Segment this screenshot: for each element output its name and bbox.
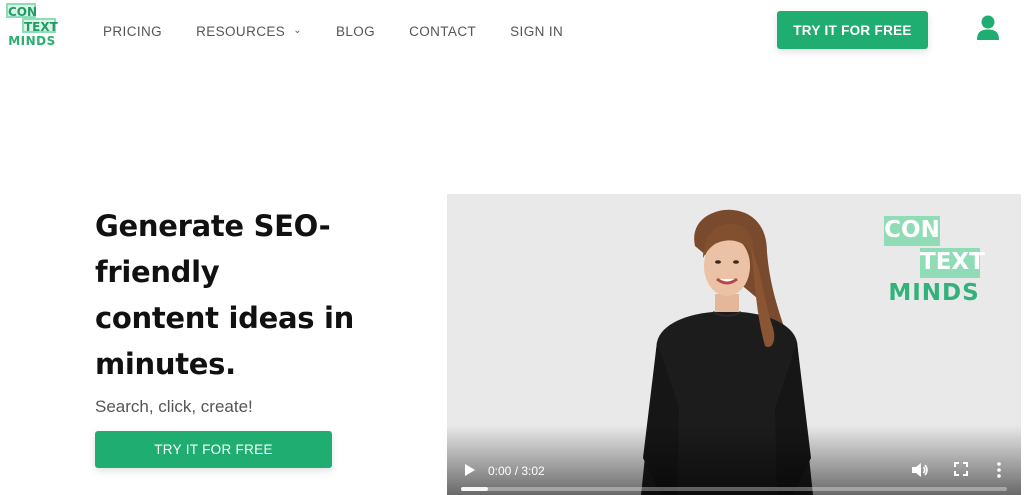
nav-item-blog[interactable]: BLOG	[336, 24, 375, 39]
site-header: CON TEXT MINDS PRICING RESOURCES ⌄ BLOG C…	[0, 0, 1024, 62]
fullscreen-icon[interactable]	[954, 462, 968, 476]
logo-minds: MINDS	[8, 34, 56, 48]
hero-subtitle: Search, click, create!	[95, 397, 253, 416]
site-logo[interactable]: CON TEXT MINDS	[6, 2, 58, 50]
main-nav: PRICING RESOURCES ⌄ BLOG CONTACT SIGN IN	[103, 24, 597, 39]
video-overlay-logo: CON TEXT MINDS	[884, 214, 985, 306]
user-icon[interactable]	[977, 15, 999, 41]
video-logo-text: TEXT	[920, 248, 985, 278]
header-try-free-button[interactable]: TRY IT FOR FREE	[777, 11, 928, 49]
video-logo-minds: MINDS	[888, 280, 980, 306]
nav-item-label: CONTACT	[409, 24, 477, 39]
nav-item-pricing[interactable]: PRICING	[103, 24, 162, 39]
nav-item-label: RESOURCES	[196, 24, 286, 39]
volume-icon[interactable]	[911, 462, 929, 478]
video-time-display: 0:00 / 3:02	[488, 464, 545, 478]
video-controls: 0:00 / 3:02	[447, 447, 1021, 495]
video-progress-bar[interactable]	[461, 487, 1007, 491]
logo-text: TEXT	[22, 18, 58, 34]
video-player[interactable]: CON TEXT MINDS 0:00 / 3:02	[447, 194, 1021, 495]
nav-item-label: SIGN IN	[510, 24, 564, 39]
video-progress-fill	[461, 487, 489, 491]
hero-title: Generate SEO- friendly content ideas in …	[95, 203, 385, 387]
logo-con: CON	[6, 3, 38, 19]
nav-item-sign-in[interactable]: SIGN IN	[510, 24, 563, 39]
nav-item-resources[interactable]: RESOURCES ⌄	[196, 24, 302, 39]
hero-title-line: Generate SEO-	[95, 209, 331, 243]
nav-item-label: BLOG	[335, 24, 376, 39]
hero-try-free-button[interactable]: TRY IT FOR FREE	[95, 431, 332, 468]
hero-title-line: friendly	[95, 255, 220, 289]
video-logo-con: CON	[884, 216, 940, 246]
play-icon[interactable]	[462, 463, 476, 477]
nav-item-contact[interactable]: CONTACT	[409, 24, 476, 39]
hero-title-line: minutes.	[95, 347, 236, 381]
chevron-down-icon: ⌄	[293, 25, 302, 36]
hero-title-line: content ideas in	[95, 301, 354, 335]
more-icon[interactable]	[995, 461, 1003, 479]
nav-item-label: PRICING	[103, 24, 163, 39]
